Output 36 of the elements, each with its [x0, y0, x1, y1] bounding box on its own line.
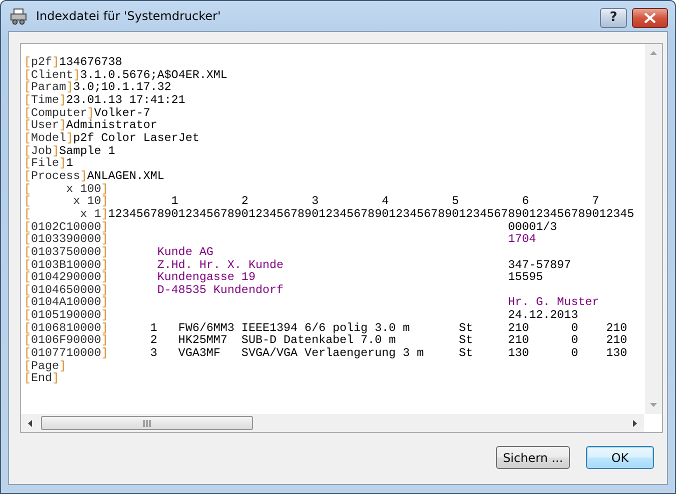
close-button[interactable] — [632, 8, 668, 28]
text-line: [Param]3.0;10.1.17.32 — [24, 81, 172, 94]
text-line: [Page] — [24, 360, 66, 372]
text-line: [Computer]Volker-7 — [24, 106, 150, 120]
text-line: [Job]Sample 1 — [24, 144, 116, 158]
text-line: [0104290000] Kundengasse 19 15595 — [24, 271, 544, 284]
text-line: [ x 100] — [24, 182, 108, 196]
text-line: [0106F90000] 2 HK25MM7 SUB-D Datenkabel 7.0 m St 210 0 210 — [24, 334, 628, 348]
scroll-left-icon[interactable] — [27, 418, 33, 428]
text-line: [0103390000] 1704 — [24, 233, 536, 246]
window-title: Indexdatei für 'Systemdrucker' — [36, 9, 221, 23]
text-line: [Time]23.01.13 17:41:21 — [24, 94, 186, 107]
text-line: [Client]3.1.0.5676;A$O4ER.XML — [24, 68, 228, 82]
text-line: [Model]p2f Color LaserJet — [24, 132, 200, 145]
text-line: [p2f]134676738 — [24, 56, 122, 69]
text-line: [0106810000] 1 FW6/6MM3 IEEE1394 6/6 polig 3.0 m St 210 0 210 — [24, 322, 628, 334]
close-icon — [644, 13, 656, 23]
scrollbar-thumb[interactable] — [41, 416, 253, 430]
text-line: [User]Administrator — [24, 119, 158, 132]
printer-icon — [10, 8, 28, 24]
text-line: [0104A10000] Hr. G. Muster — [24, 296, 600, 310]
text-line: [0104650000] D-48535 Kundendorf — [24, 284, 284, 296]
text-line: [End] — [24, 372, 60, 386]
scroll-right-icon[interactable] — [632, 418, 638, 428]
text-line: [0102C10000] 00001/3 — [24, 220, 558, 234]
help-button[interactable]: ? — [600, 8, 627, 28]
text-line: [ x 10] 1 2 3 4 5 6 7 — [24, 195, 600, 208]
text-line: [0105190000] 24.12.2013 — [24, 309, 578, 322]
dialog-button[interactable]: OK — [586, 446, 654, 469]
text-line: [ x 1]123456789012345678901234567890123456789012345678901234567890123456789012345 — [24, 208, 634, 221]
text-line: [Process]ANLAGEN.XML — [24, 170, 164, 183]
dialog-button[interactable]: Sichern ... — [496, 446, 570, 469]
text-line: [0107710000] 3 VGA3MF SVGA/VGA Verlaengerung 3 m St 130 0 130 — [24, 347, 628, 360]
text-line: [0103750000] Kunde AG — [24, 246, 214, 258]
text-line: [File]1 — [24, 157, 74, 170]
text-line: [0103B10000] Z.Hd. Hr. X. Kunde 347-57897 — [24, 258, 572, 272]
